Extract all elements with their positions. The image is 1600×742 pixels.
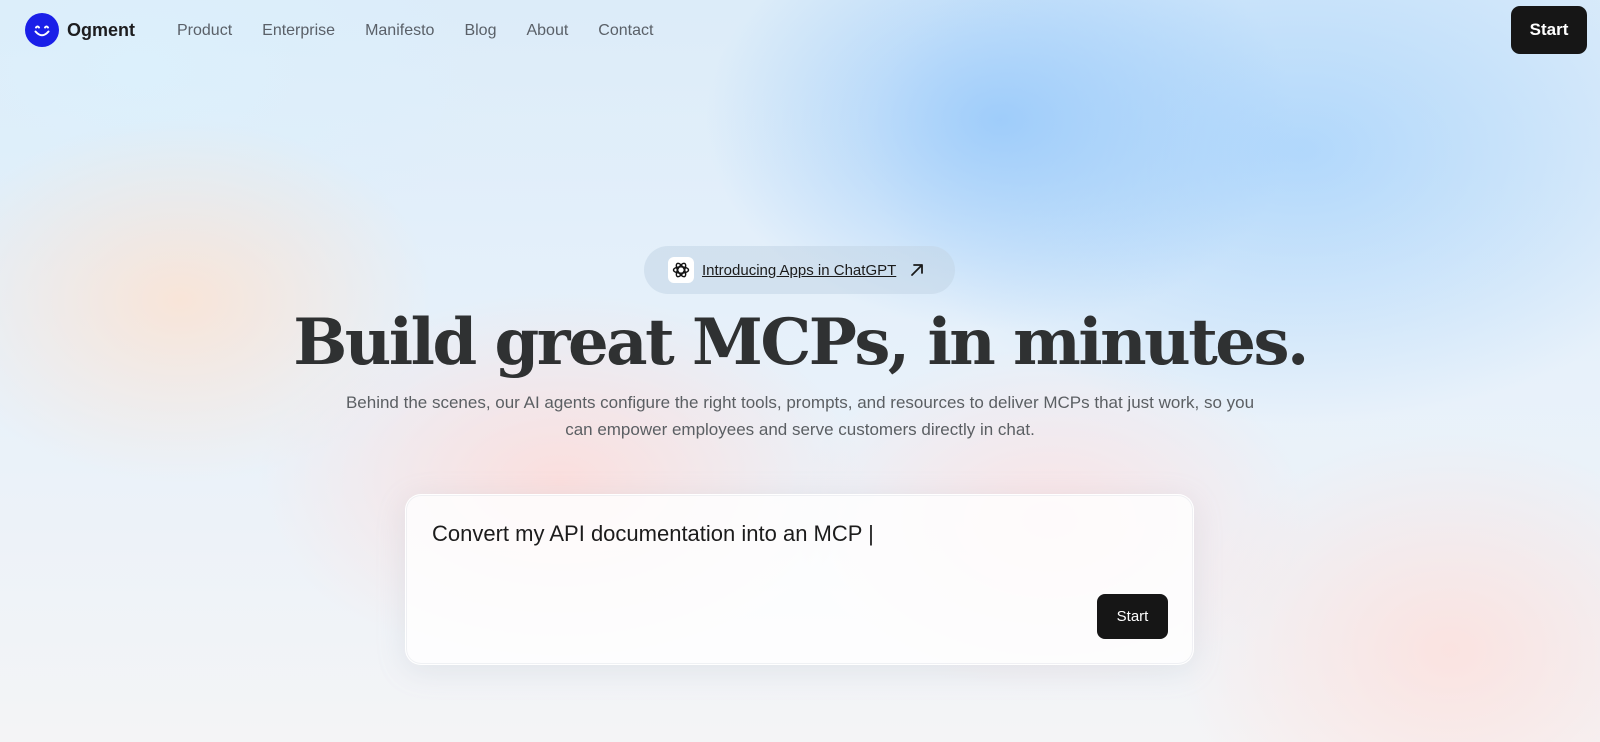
prompt-input[interactable]: Convert my API documentation into an MCP… bbox=[432, 521, 1132, 547]
prompt-card: Convert my API documentation into an MCP… bbox=[405, 494, 1194, 665]
logo[interactable]: Ogment bbox=[25, 13, 135, 47]
logo-text: Ogment bbox=[67, 19, 136, 40]
nav-link-blog[interactable]: Blog bbox=[464, 22, 496, 40]
top-nav: Ogment Product Enterprise Manifesto Blog… bbox=[0, 0, 1600, 64]
hero-subtext: Behind the scenes, our AI agents configu… bbox=[345, 393, 1255, 439]
nav-links: Product Enterprise Manifesto Blog About … bbox=[177, 22, 653, 40]
prompt-start-button[interactable]: Start bbox=[1097, 594, 1168, 639]
announcement-text: Introducing Apps in ChatGPT bbox=[702, 261, 897, 279]
arrow-up-right-icon bbox=[908, 261, 926, 279]
nav-link-manifesto[interactable]: Manifesto bbox=[365, 22, 434, 40]
nav-start-button[interactable]: Start bbox=[1511, 6, 1587, 54]
hero-headline: Build great MCPs, in minutes. bbox=[293, 305, 1309, 380]
nav-link-contact[interactable]: Contact bbox=[598, 22, 653, 40]
smiley-logo-icon bbox=[25, 13, 59, 47]
chatgpt-icon bbox=[668, 257, 694, 283]
nav-link-enterprise[interactable]: Enterprise bbox=[262, 22, 335, 40]
nav-link-about[interactable]: About bbox=[526, 22, 568, 40]
nav-link-product[interactable]: Product bbox=[177, 22, 232, 40]
announcement-pill[interactable]: Introducing Apps in ChatGPT bbox=[644, 246, 955, 294]
